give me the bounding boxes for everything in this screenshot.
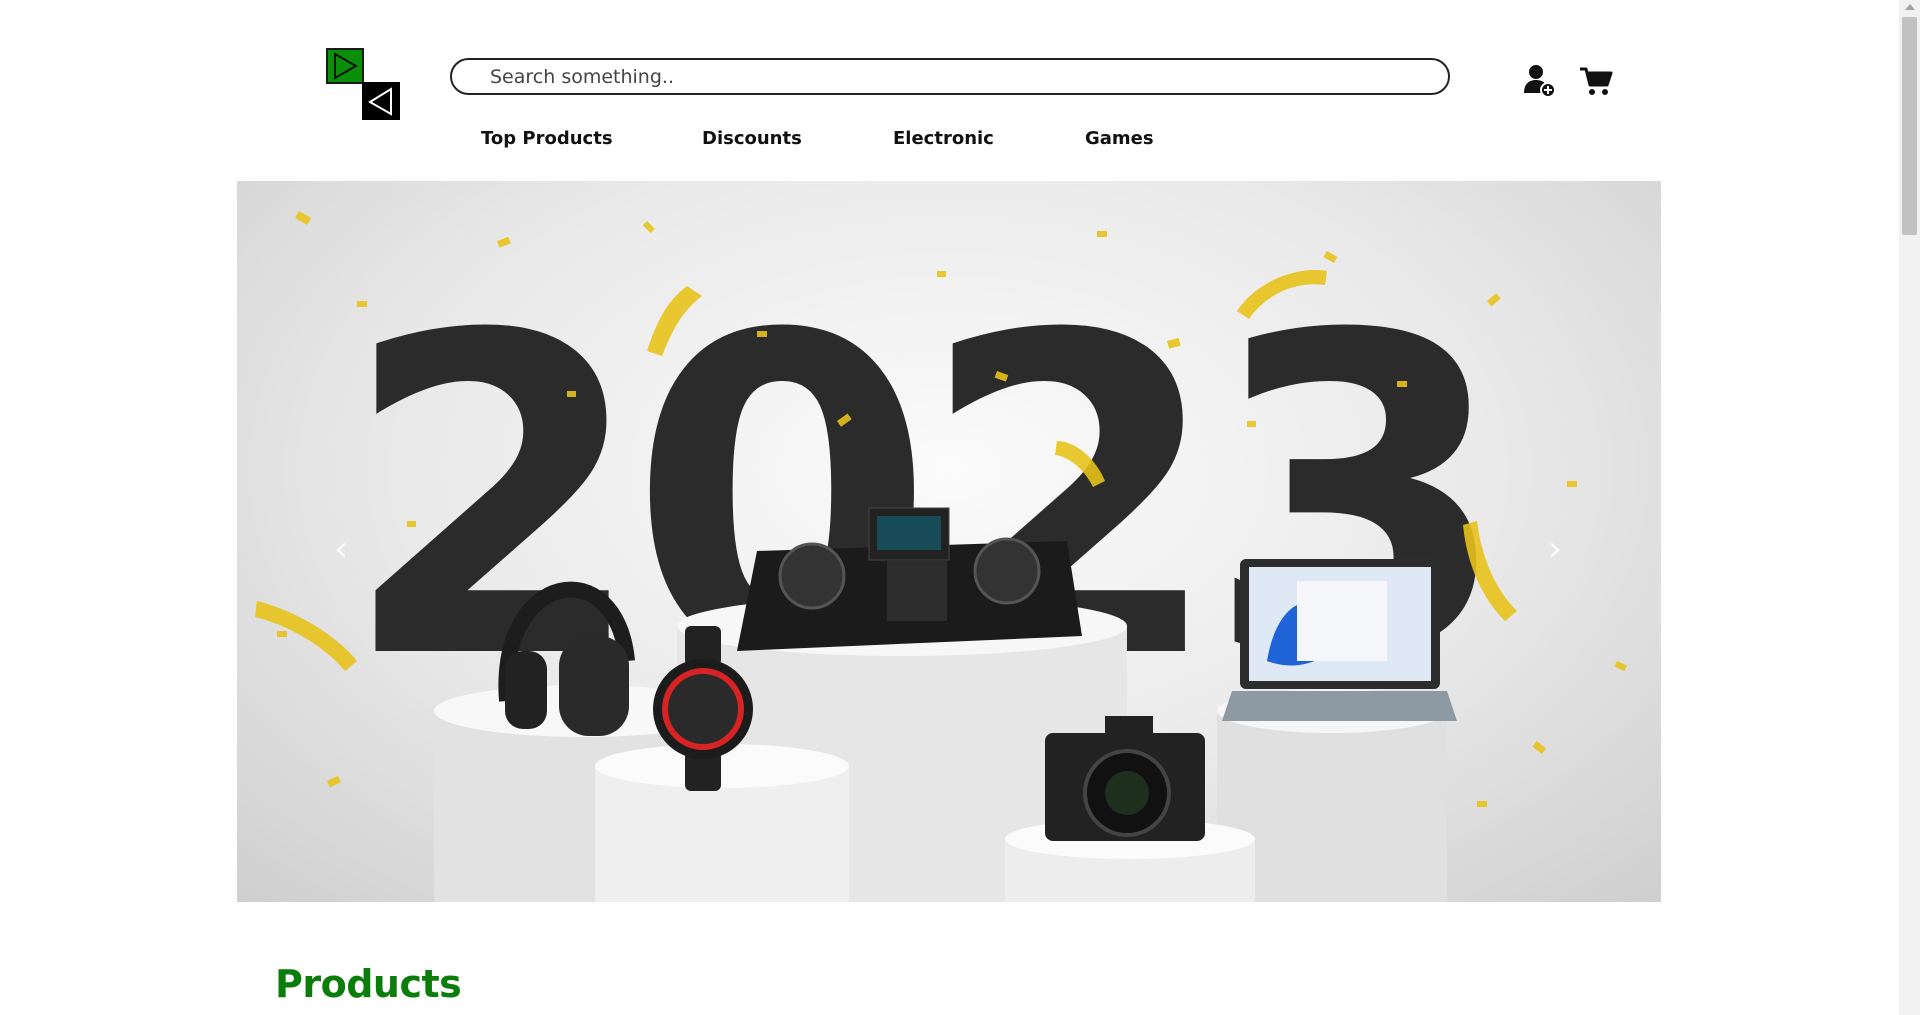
logo-arrows-icon <box>334 52 392 116</box>
laptop-image <box>1222 559 1457 721</box>
page-scrollbar[interactable] <box>1899 0 1920 1015</box>
nav-item-games[interactable]: Games <box>1085 128 1154 149</box>
scroll-up-arrow-icon[interactable] <box>1905 4 1915 10</box>
carousel-prev-button[interactable]: ‹ <box>321 519 361 579</box>
user-plus-icon[interactable] <box>1522 63 1558 99</box>
hero-banner-image: 2023 <box>255 210 1627 902</box>
nav-item-electronic[interactable]: Electronic <box>893 128 994 149</box>
search-input[interactable] <box>452 60 1448 93</box>
scrollbar-thumb[interactable] <box>1902 17 1917 235</box>
shopping-cart-icon[interactable] <box>1578 63 1614 99</box>
nav-item-discounts[interactable]: Discounts <box>702 128 802 149</box>
logo[interactable] <box>326 48 400 120</box>
hero-carousel[interactable]: 2023 ‹ › <box>237 181 1661 902</box>
nav-item-top-products[interactable]: Top Products <box>481 128 613 149</box>
search-bar <box>450 58 1450 95</box>
carousel-next-button[interactable]: › <box>1535 519 1575 579</box>
products-section-title: Products <box>275 962 462 1006</box>
camera-image <box>1045 716 1205 841</box>
